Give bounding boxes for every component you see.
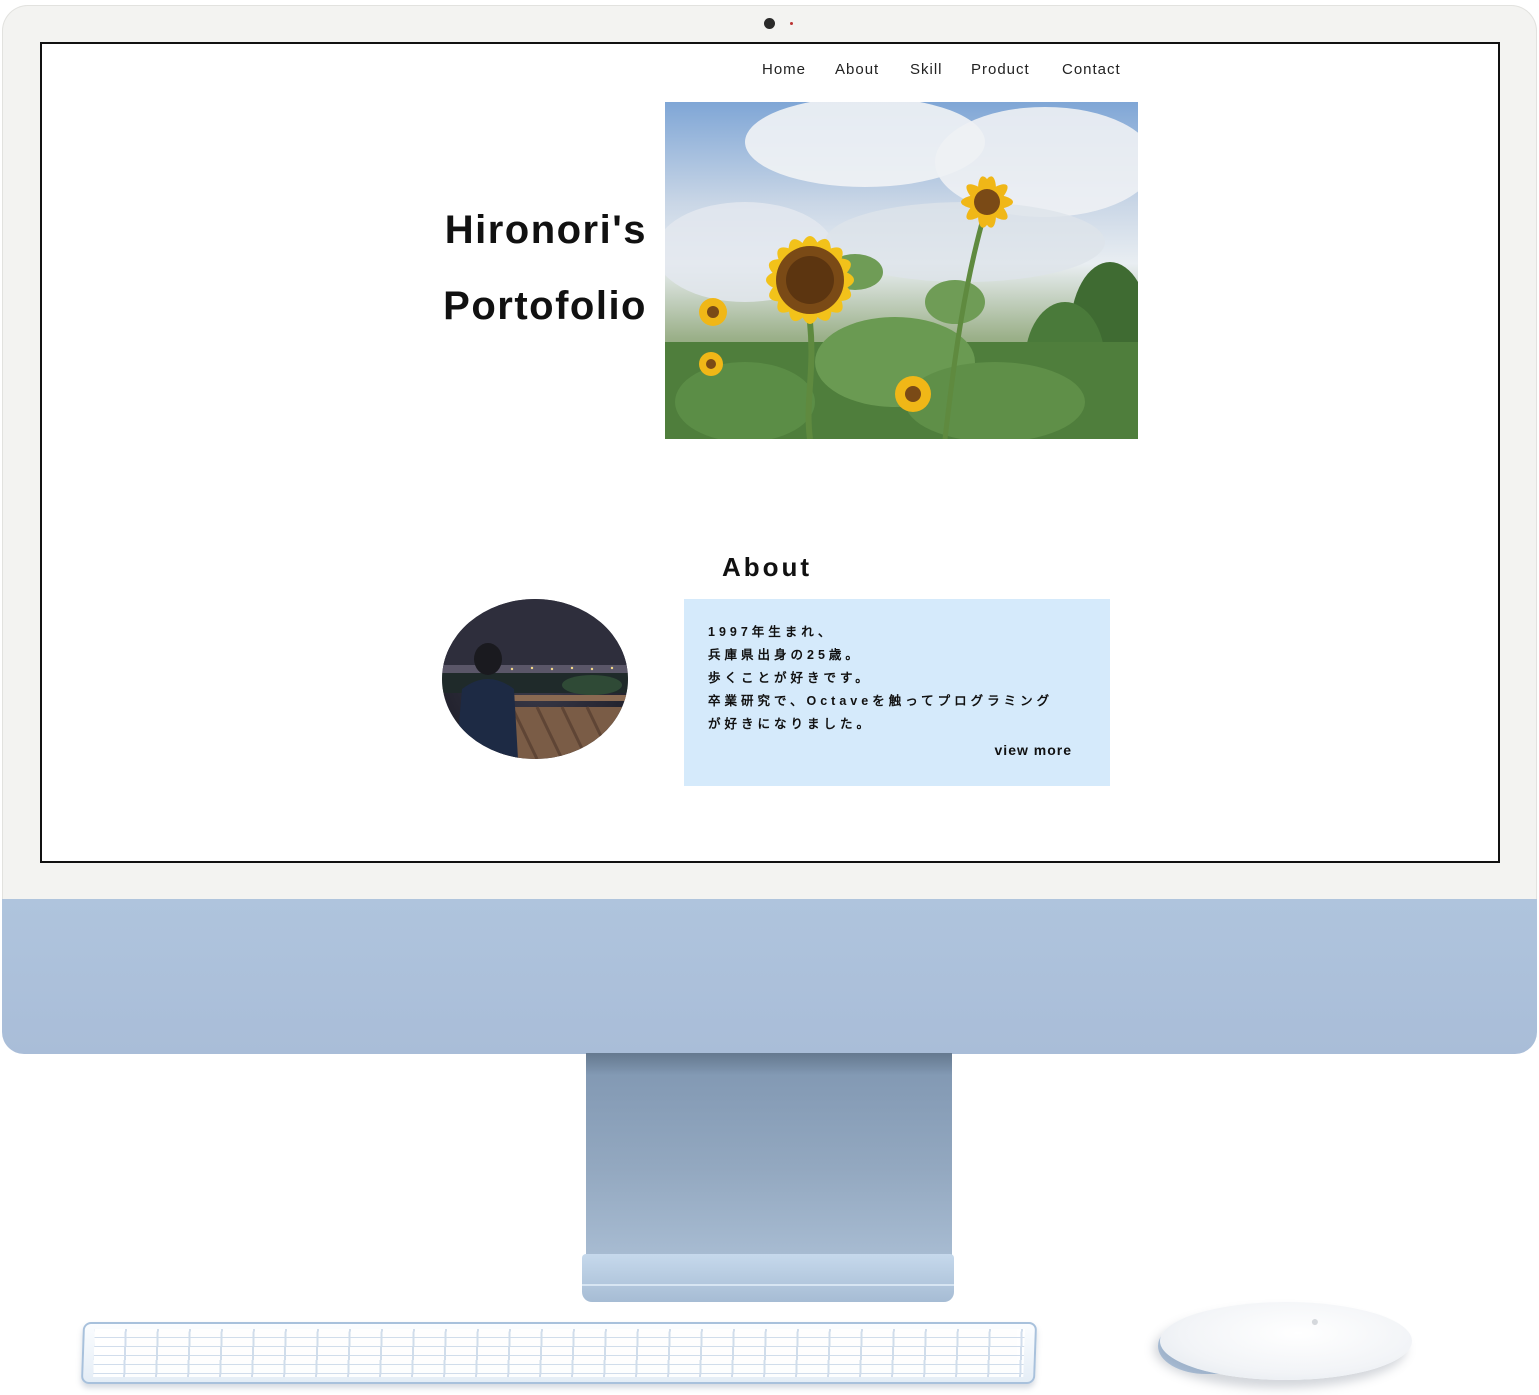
imac-chin: [2, 899, 1537, 1054]
about-line-4: 卒業研究で、Octaveを触ってプログラミング: [708, 694, 1054, 708]
imac-stand: [586, 1053, 952, 1263]
profile-avatar: [442, 599, 628, 759]
camera-indicator: [790, 22, 793, 25]
nav-item-product[interactable]: Product: [971, 61, 1030, 78]
nav-item-skill[interactable]: Skill: [910, 61, 943, 78]
keyboard: [80, 1322, 1038, 1384]
mouse: [1160, 1302, 1412, 1380]
hero-title: Hironori's Portofolio: [402, 192, 647, 344]
about-heading: About: [722, 552, 813, 582]
hero-sunflower-photo: [665, 102, 1138, 439]
avatar-night-view-illustration: [442, 599, 628, 759]
apple-logo-icon: ●: [1310, 1313, 1320, 1329]
sunflower-illustration: [665, 102, 1138, 439]
imac-stand-shadow: [586, 1053, 952, 1075]
keyboard-keys: [93, 1329, 1025, 1377]
about-card: 1997年生まれ、 兵庫県出身の25歳。 歩くことが好きです。 卒業研究で、Oc…: [684, 599, 1110, 786]
about-line-1: 1997年生まれ、: [708, 625, 835, 639]
about-line-2: 兵庫県出身の25歳。: [708, 648, 862, 662]
nav-item-home[interactable]: Home: [762, 61, 806, 78]
nav-item-contact[interactable]: Contact: [1062, 61, 1121, 78]
imac-stand-base-highlight: [582, 1284, 954, 1286]
screen: Home About Skill Product Contact Hironor…: [40, 42, 1500, 863]
hero-title-line2: Portofolio: [443, 284, 647, 328]
hero-title-line1: Hironori's: [444, 208, 647, 252]
view-more-link[interactable]: view more: [995, 742, 1072, 758]
about-line-3: 歩くことが好きです。: [708, 671, 872, 685]
top-nav: Home About Skill Product Contact: [42, 61, 1498, 81]
about-line-5: が好きになりました。: [708, 717, 874, 731]
about-text: 1997年生まれ、 兵庫県出身の25歳。 歩くことが好きです。 卒業研究で、Oc…: [708, 621, 1098, 736]
camera-icon: [764, 18, 775, 29]
nav-item-about[interactable]: About: [835, 61, 879, 78]
imac-stand-base: [582, 1254, 954, 1302]
